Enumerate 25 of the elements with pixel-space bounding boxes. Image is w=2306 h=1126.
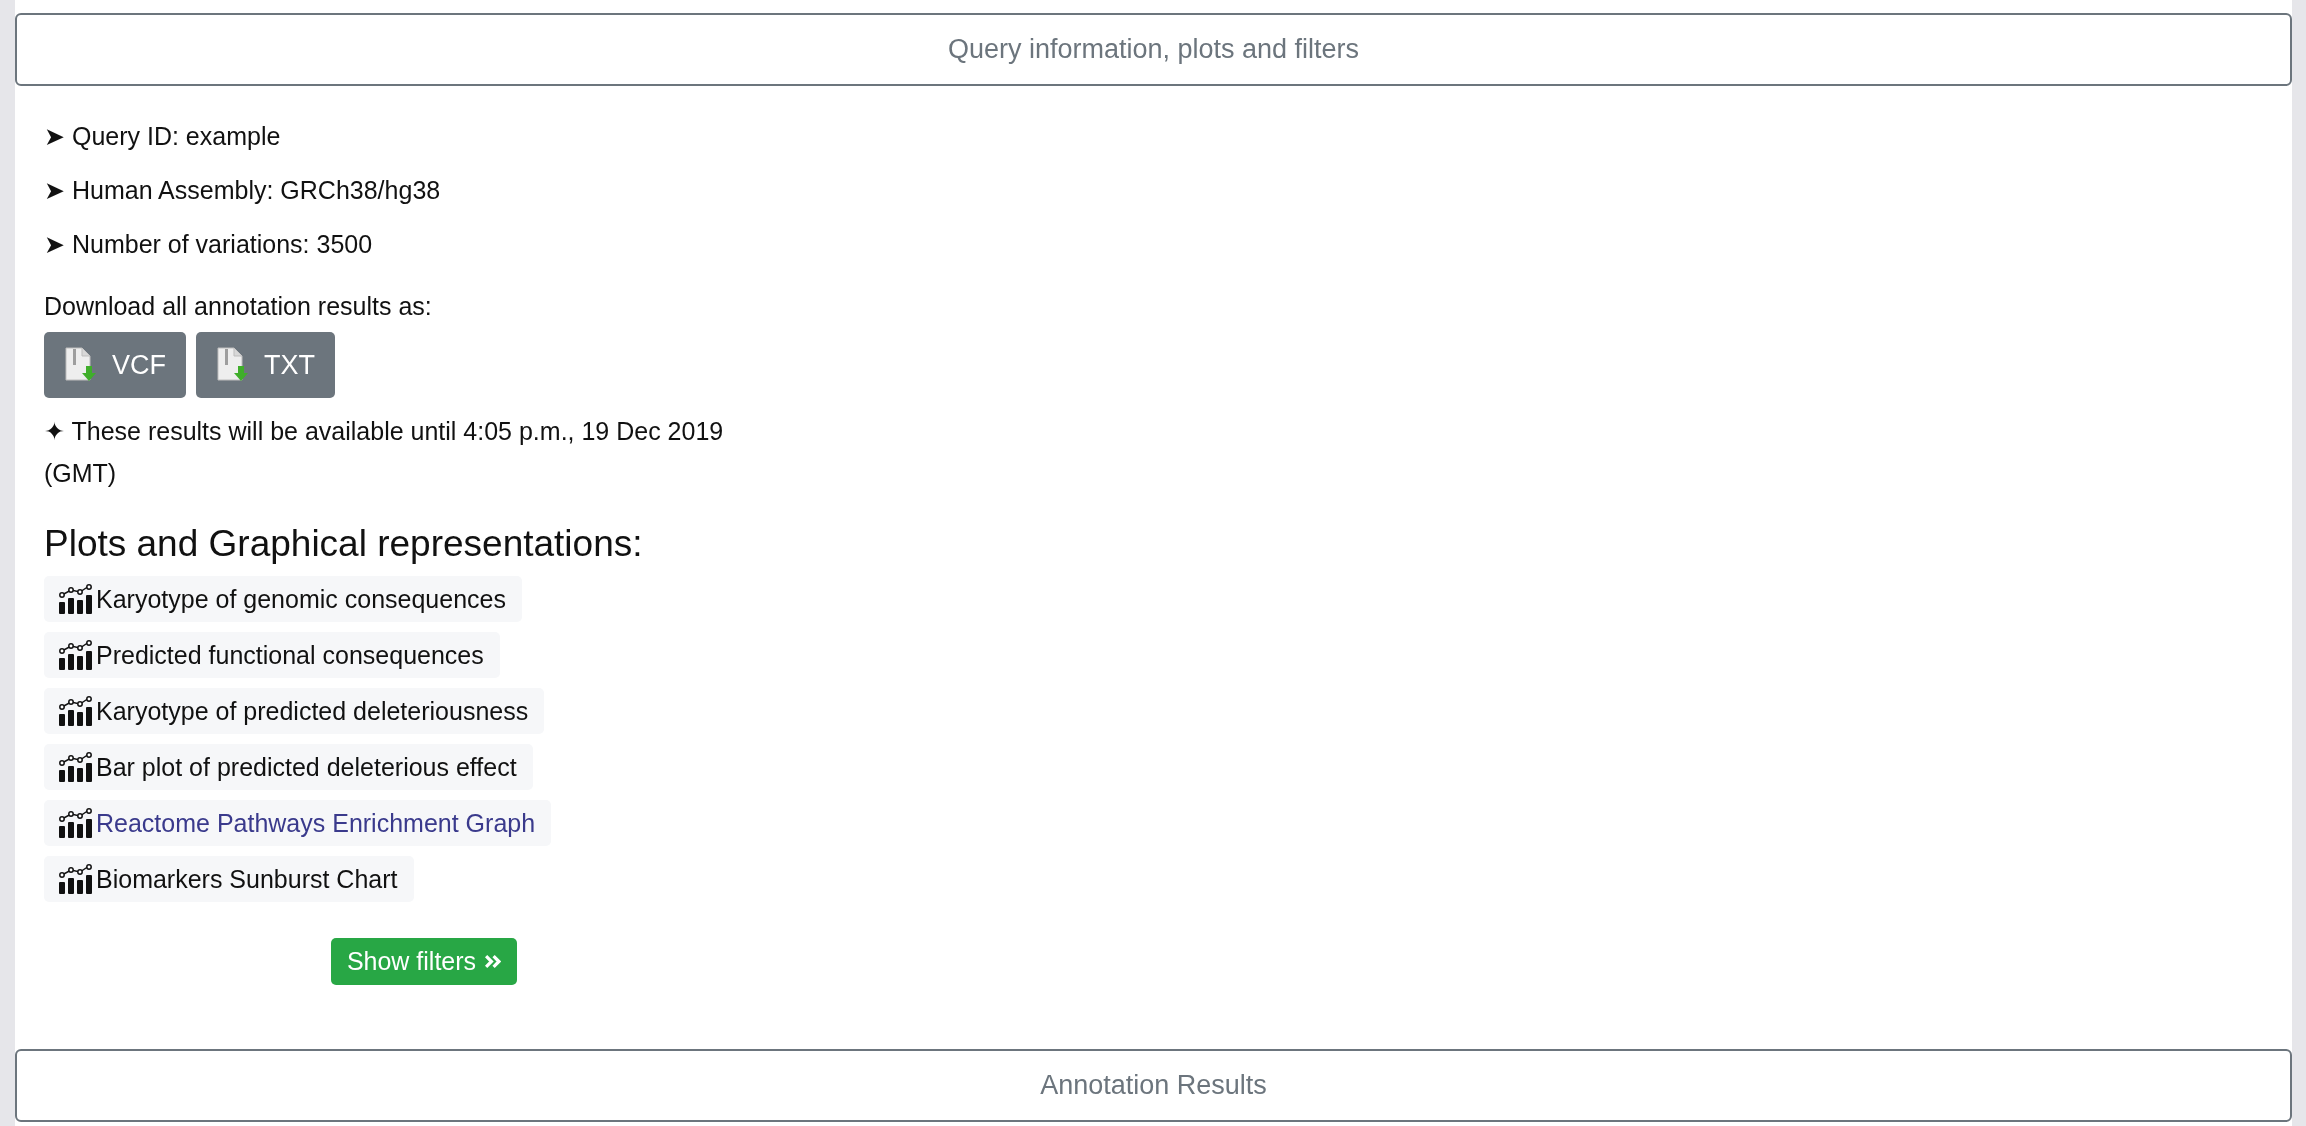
bar-chart-icon bbox=[58, 584, 92, 614]
query-info-text: ➤ Query ID: example bbox=[44, 122, 282, 150]
query-info-text: ➤ Number of variations: 3500 bbox=[44, 230, 374, 258]
plot-link[interactable]: Bar plot of predicted deleterious effect bbox=[44, 744, 533, 790]
plots-heading: Plots and Graphical representations: bbox=[44, 522, 643, 566]
plot-link[interactable]: Predicted functional consequences bbox=[44, 632, 500, 678]
plot-link[interactable]: Karyotype of predicted deleteriousness bbox=[44, 688, 545, 734]
download-button[interactable]: VCF bbox=[44, 332, 186, 398]
availability-note: ✦ These results will be available until 4:05 p.m., 19 Dec 2019 (GMT) bbox=[44, 416, 725, 489]
query-panel-header[interactable]: Query information, plots and filters bbox=[15, 13, 2292, 86]
zip-file-download-icon bbox=[64, 346, 98, 384]
plot-link[interactable]: Reactome Pathways Enrichment Graph bbox=[44, 800, 552, 846]
download-label: Download all annotation results as: bbox=[44, 292, 432, 320]
results-panel-header[interactable]: Annotation Results bbox=[15, 1049, 2292, 1122]
zip-file-download-icon bbox=[216, 346, 250, 384]
query-info-text: ➤ Human Assembly: GRCh38/hg38 bbox=[44, 176, 441, 204]
bar-chart-icon bbox=[58, 752, 92, 782]
plot-link[interactable]: Karyotype of genomic consequences bbox=[44, 576, 522, 622]
bar-chart-icon bbox=[58, 640, 92, 670]
bar-chart-icon bbox=[58, 864, 92, 894]
download-button[interactable]: TXT bbox=[196, 332, 335, 398]
plot-link[interactable]: Biomarkers Sunburst Chart bbox=[44, 856, 414, 902]
double-chevron-icon bbox=[484, 954, 502, 969]
bar-chart-icon bbox=[58, 696, 92, 726]
bar-chart-icon bbox=[58, 808, 92, 838]
